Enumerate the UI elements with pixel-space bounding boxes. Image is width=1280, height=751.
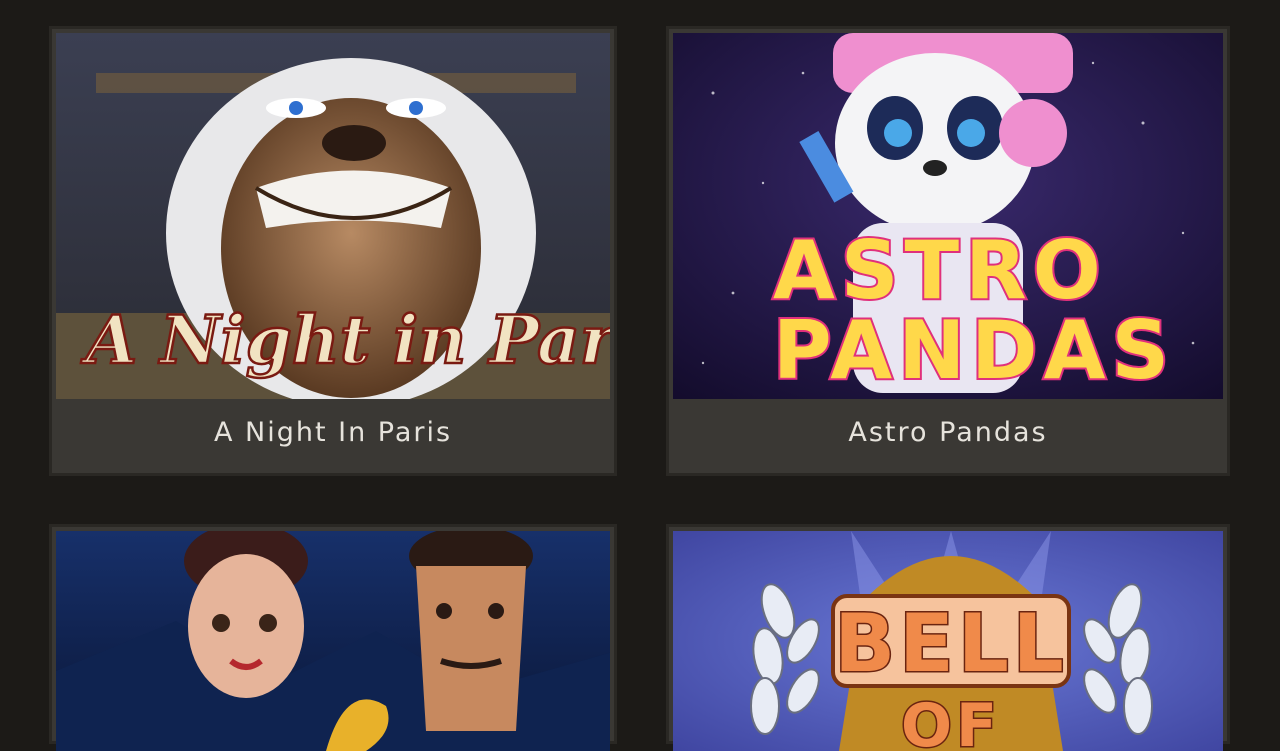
game-thumbnail[interactable] <box>56 531 610 751</box>
game-card-3[interactable] <box>49 524 617 751</box>
bell-laurel-thumbnail-icon: BELL OF <box>673 531 1223 751</box>
game-title[interactable]: Astro Pandas <box>669 417 1227 448</box>
game-card-bell[interactable]: BELL OF <box>666 524 1230 751</box>
game-thumbnail[interactable]: ASTRO PANDAS <box>673 33 1223 399</box>
game-logo-line1: BELL <box>834 597 1068 690</box>
game-title[interactable]: A Night In Paris <box>52 417 614 448</box>
game-logo-line2: PANDAS <box>773 304 1175 397</box>
game-card-a-night-in-paris[interactable]: A Night in Paris A Night In Paris <box>49 26 617 476</box>
game-grid: A Night in Paris A Night In Paris <box>0 0 1280 751</box>
panda-astronaut-thumbnail-icon: ASTRO PANDAS <box>673 33 1223 399</box>
game-logo: A Night in Paris <box>80 301 610 379</box>
bulldog-thumbnail-icon: A Night in Paris <box>56 33 610 399</box>
game-thumbnail[interactable]: BELL OF <box>673 531 1223 751</box>
couple-characters-thumbnail-icon <box>56 531 610 751</box>
game-logo-line2: OF <box>901 691 1001 751</box>
game-thumbnail[interactable]: A Night in Paris <box>56 33 610 399</box>
game-card-astro-pandas[interactable]: ASTRO PANDAS Astro Pandas <box>666 26 1230 476</box>
